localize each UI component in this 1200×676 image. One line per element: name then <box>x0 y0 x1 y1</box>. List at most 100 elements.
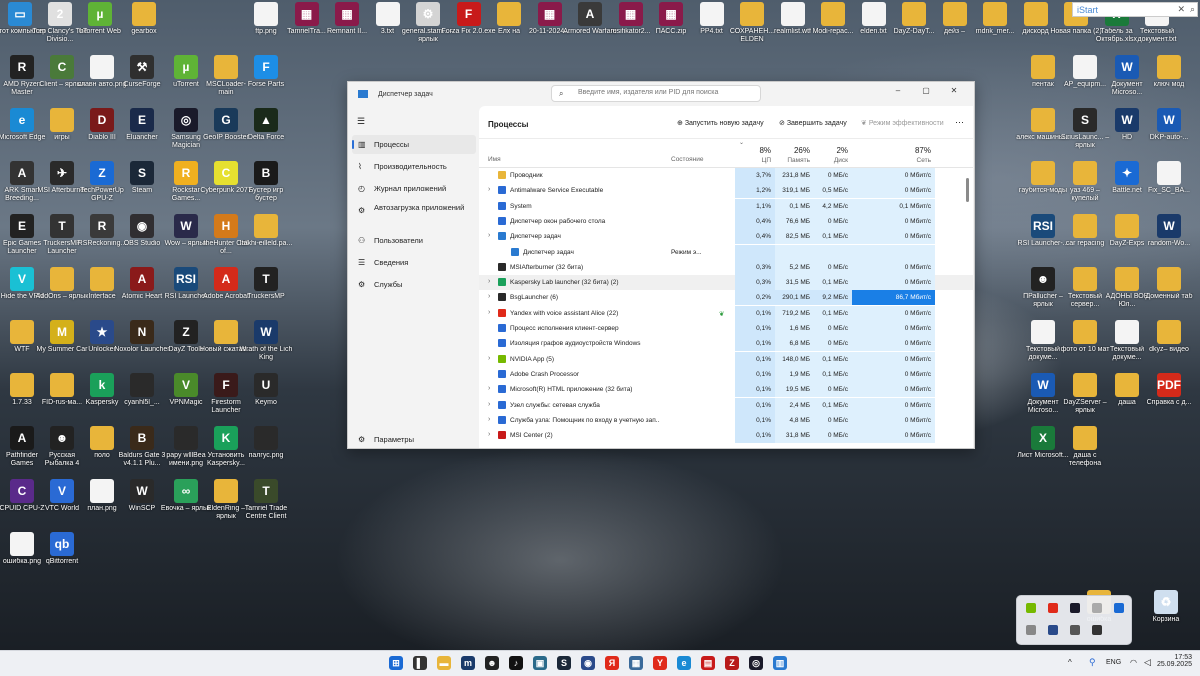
app-4-icon[interactable]: ▦ <box>629 656 643 670</box>
tray-app-icon[interactable] <box>1048 625 1058 635</box>
table-row[interactable]: › Antimalware Service Executable 1,2% 319,1… <box>479 183 973 199</box>
expand-chevron-icon[interactable]: › <box>488 355 490 362</box>
run-new-task-button[interactable]: ⊕ Запустить новую задачу <box>677 119 764 127</box>
clock[interactable]: 17:53 25.09.2025 <box>1157 654 1192 668</box>
desktop-icon[interactable]: F Forse Parts <box>238 55 294 105</box>
app-3-icon[interactable]: ◉ <box>581 656 595 670</box>
tray-app-icon[interactable] <box>1070 603 1080 613</box>
expand-chevron-icon[interactable]: › <box>488 385 490 392</box>
tray-app-icon[interactable] <box>1026 603 1036 613</box>
desktop-icon[interactable]: W Wrath of the Lich King <box>238 320 294 370</box>
sidebar-item-5[interactable]: ☰ Сведения <box>352 253 476 272</box>
desktop-icon[interactable]: Itakhi-eilleld.pa... <box>238 214 294 264</box>
tray-app-icon[interactable] <box>1092 625 1102 635</box>
desktop-icon[interactable]: PDF Справка с д... <box>1141 373 1197 423</box>
desktop-icon[interactable]: даша с телефона <box>1057 426 1113 476</box>
filezilla-icon[interactable]: Z <box>725 656 739 670</box>
tray-app-icon[interactable] <box>1026 625 1036 635</box>
microphone-icon[interactable]: ⚲ <box>1089 657 1096 668</box>
task-manager-icon[interactable]: ▥ <box>773 656 787 670</box>
app-6-icon[interactable]: ◎ <box>749 656 763 670</box>
expand-chevron-icon[interactable]: › <box>488 401 490 408</box>
minimize-button[interactable]: – <box>884 86 912 95</box>
desktop-icon[interactable]: dkyz– видео <box>1141 320 1197 370</box>
expand-chevron-icon[interactable]: › <box>488 278 490 285</box>
table-row[interactable]: › NVIDIA App (5) 0,1% 148,0 МБ 0,1 МБ/с 0 Мби… <box>479 351 973 367</box>
desktop-icon[interactable]: W DKP-auto-... <box>1141 108 1197 158</box>
table-row[interactable]: › Узел службы: сетевая служба 0,1% 2,4 МБ 0,… <box>479 397 973 413</box>
column-network[interactable]: 87% Сеть <box>852 139 935 167</box>
process-search-box[interactable]: ⌕ <box>551 85 761 102</box>
table-row[interactable]: › Служба узла: Помощник по входу в учетну… <box>479 412 973 428</box>
tray-expand-chevron-icon[interactable]: ^ <box>1068 658 1072 667</box>
column-cpu[interactable]: ⌄ 8% ЦП <box>735 139 775 167</box>
column-name[interactable]: Имя <box>488 156 501 163</box>
desktop-icon[interactable]: ♻ Корзина <box>1138 590 1194 640</box>
file-explorer-icon[interactable]: ▬ <box>437 656 451 670</box>
expand-chevron-icon[interactable]: › <box>488 416 490 423</box>
tray-app-icon[interactable] <box>1070 625 1080 635</box>
nicehash-icon[interactable]: m <box>461 656 475 670</box>
tiktok-icon[interactable]: ♪ <box>509 656 523 670</box>
desktop-icon[interactable]: ▲ Delta Force <box>238 108 294 158</box>
volume-icon[interactable]: ◁ <box>1144 657 1151 668</box>
sidebar-item-0[interactable]: ▥ Процессы <box>352 135 476 154</box>
process-search-input[interactable] <box>576 88 760 97</box>
more-options-button[interactable]: ⋯ <box>955 117 964 128</box>
edge-icon[interactable]: e <box>677 656 691 670</box>
tray-app-icon[interactable] <box>1114 603 1124 613</box>
desktop-icon[interactable]: gearbox <box>116 2 172 52</box>
table-row[interactable]: System 1,1% 0,1 МБ 4,2 МБ/с 0,1 Мбит/с <box>479 198 973 214</box>
column-memory[interactable]: 26% Память <box>775 139 814 167</box>
title-bar[interactable]: Диспетчер задач ⌕ –▢✕ <box>348 82 974 106</box>
task-view-icon[interactable]: ▌ <box>413 656 427 670</box>
hamburger-menu-icon[interactable]: ☰ <box>357 116 365 127</box>
sidebar-item-6[interactable]: ⚙ Службы <box>352 275 476 294</box>
table-row[interactable]: Диспетчер окон рабочего стола 0,4% 76,6 МБ… <box>479 213 973 229</box>
language-indicator[interactable]: ENG <box>1106 659 1121 666</box>
sidebar-item-2[interactable]: ◴ Журнал приложений <box>352 179 476 198</box>
desktop-icon[interactable]: T TruckersMP <box>238 267 294 317</box>
expand-chevron-icon[interactable]: › <box>488 232 490 239</box>
yandex-icon[interactable]: Y <box>653 656 667 670</box>
table-row[interactable]: Диспетчер задач Режим э... <box>479 244 973 260</box>
end-task-button[interactable]: ⊘ Завершить задачу <box>779 119 847 127</box>
table-row[interactable]: Процесс исполнения клиент-сервер 0,1% 1,6 … <box>479 321 973 336</box>
table-row[interactable]: › BsgLauncher (6) 0,2% 290,1 МБ 9,2 МБ/с 86,7… <box>479 290 973 306</box>
desktop-icon[interactable]: qb qBittorrent <box>34 532 90 582</box>
sidebar-item-settings[interactable]: ⚙ Параметры <box>352 430 476 449</box>
start-button-icon[interactable]: ⊞ <box>389 656 403 670</box>
expand-chevron-icon[interactable]: › <box>488 293 490 300</box>
expand-chevron-icon[interactable]: › <box>488 309 490 316</box>
desktop-icon[interactable]: Доменный таб <box>1141 267 1197 317</box>
desktop-icon[interactable]: ключ мод <box>1141 55 1197 105</box>
maximize-button[interactable]: ▢ <box>912 86 940 95</box>
table-row[interactable]: Adobe Crash Processor 0,1% 1,9 МБ 0,1 МБ/с 0… <box>479 366 973 382</box>
column-disk[interactable]: 2% Диск <box>814 139 852 167</box>
table-row[interactable]: › Yandex with voice assistant Alice (22) ❦… <box>479 305 973 321</box>
desktop-icon[interactable]: палгус.png <box>238 426 294 476</box>
network-icon[interactable]: ◠ <box>1130 658 1137 667</box>
table-row[interactable]: MSIAfterburner (32 бита) 0,3% 5,2 МБ 0 МБ/с… <box>479 259 973 275</box>
table-row[interactable]: › Microsoft(R) HTML приложение (32 бита) 0… <box>479 382 973 398</box>
steam-icon[interactable]: S <box>557 656 571 670</box>
desktop-icon[interactable]: Fix_SC_BA... <box>1141 161 1197 211</box>
efficiency-mode-button[interactable]: ❦ Режим эффективности <box>861 119 944 127</box>
close-icon[interactable]: ✕ <box>1177 4 1185 15</box>
sidebar-item-4[interactable]: ⚇ Пользователи <box>352 231 476 250</box>
search-icon[interactable]: ⌕ <box>1190 4 1195 15</box>
yandex-browser-icon[interactable]: Я <box>605 656 619 670</box>
tray-app-icon[interactable] <box>1048 603 1058 613</box>
app-5-icon[interactable]: ▤ <box>701 656 715 670</box>
desktop-icon[interactable]: Wrandom-Wo... <box>1141 214 1197 264</box>
sidebar-item-1[interactable]: ⌇ Производительность <box>352 157 476 176</box>
app-2-icon[interactable]: ▣ <box>533 656 547 670</box>
close-button[interactable]: ✕ <box>940 86 968 95</box>
table-row[interactable]: Проводник 3,7% 231,8 МБ 0 МБ/с 0 Мбит/с <box>479 168 973 183</box>
table-row[interactable]: Изоляция графов аудиоустройств Windows 0,… <box>479 336 973 352</box>
expand-chevron-icon[interactable]: › <box>488 186 490 193</box>
table-row[interactable]: › Диспетчер задач 0,4% 82,5 МБ 0,1 МБ/с 0 Мби… <box>479 229 973 245</box>
desktop-icon[interactable]: T Tamriel Trade Centre Client <box>238 479 294 529</box>
istart-search-widget[interactable]: iStart ✕ ⌕ <box>1072 2 1198 17</box>
column-status[interactable]: Состояние <box>671 156 703 163</box>
